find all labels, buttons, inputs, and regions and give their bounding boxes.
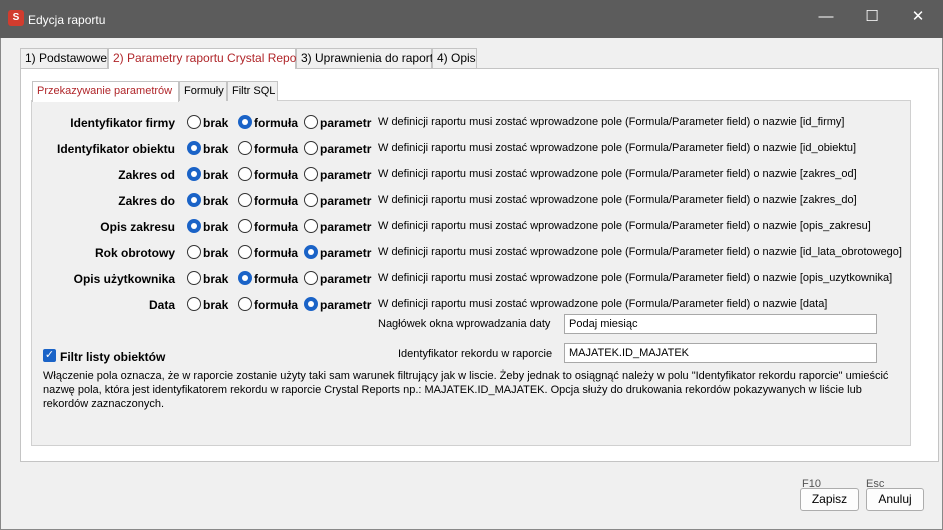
radio-parametr[interactable] [304, 245, 318, 259]
radio-brak-label[interactable]: brak [203, 246, 228, 260]
radio-formula-label[interactable]: formuła [254, 272, 298, 286]
radio-formula[interactable] [238, 167, 252, 181]
filter-checkbox[interactable]: ✓ [43, 349, 56, 362]
param-hint: W definicji raportu musi zostać wprowadz… [378, 246, 902, 258]
radio-parametr-label[interactable]: parametr [320, 168, 371, 182]
radio-formula-label[interactable]: formuła [254, 194, 298, 208]
radio-parametr[interactable] [304, 167, 318, 181]
tab-uprawnienia[interactable]: 3) Uprawnienia do raportu [296, 48, 440, 68]
radio-brak[interactable] [187, 297, 201, 311]
record-id-label: Identyfikator rekordu w raporcie [398, 348, 553, 360]
param-label: Data [148, 298, 175, 312]
tab-formuly[interactable]: Formuły [179, 81, 227, 101]
param-row: Opis zakresu brak formuła parametr W def… [0, 217, 943, 237]
radio-brak-label[interactable]: brak [203, 272, 228, 286]
radio-formula-label[interactable]: formuła [254, 168, 298, 182]
radio-parametr[interactable] [304, 115, 318, 129]
radio-parametr-label[interactable]: parametr [320, 142, 371, 156]
param-row: Opis użytkownika brak formuła parametr W… [0, 269, 943, 289]
param-label: Rok obrotowy [95, 246, 175, 260]
radio-formula[interactable] [238, 115, 252, 129]
radio-formula[interactable] [238, 271, 252, 285]
radio-brak[interactable] [187, 245, 201, 259]
radio-brak[interactable] [187, 115, 201, 129]
radio-parametr-label[interactable]: parametr [320, 298, 371, 312]
maximize-button[interactable]: ☐ [849, 0, 895, 34]
radio-brak[interactable] [187, 219, 201, 233]
app-logo-icon: S [8, 10, 24, 26]
radio-brak-label[interactable]: brak [203, 194, 228, 208]
param-label: Opis użytkownika [73, 272, 175, 286]
param-row: Data brak formuła parametr W definicji r… [0, 295, 943, 315]
radio-formula-label[interactable]: formuła [254, 246, 298, 260]
param-label: Identyfikator obiektu [56, 142, 175, 156]
window-title: Edycja raportu [28, 13, 106, 27]
param-row: Rok obrotowy brak formuła parametr W def… [0, 243, 943, 263]
param-hint: W definicji raportu musi zostać wprowadz… [378, 116, 845, 128]
radio-brak-label[interactable]: brak [203, 142, 228, 156]
radio-parametr[interactable] [304, 219, 318, 233]
radio-parametr[interactable] [304, 141, 318, 155]
date-header-input[interactable]: Podaj miesiąc [564, 314, 877, 334]
record-id-input[interactable]: MAJATEK.ID_MAJATEK [564, 343, 877, 363]
radio-formula[interactable] [238, 141, 252, 155]
radio-parametr-label[interactable]: parametr [320, 220, 371, 234]
tab-filtr-sql[interactable]: Filtr SQL [227, 81, 278, 101]
param-row: Identyfikator firmy brak formuła paramet… [0, 113, 943, 133]
tab-przekazywanie-parametrow[interactable]: Przekazywanie parametrów [32, 81, 179, 102]
radio-brak[interactable] [187, 141, 201, 155]
radio-brak-label[interactable]: brak [203, 116, 228, 130]
radio-formula[interactable] [238, 219, 252, 233]
radio-parametr[interactable] [304, 193, 318, 207]
param-hint: W definicji raportu musi zostać wprowadz… [378, 220, 871, 232]
param-row: Identyfikator obiektu brak formuła param… [0, 139, 943, 159]
tab-parametry-raportu[interactable]: 2) Parametry raportu Crystal Reports [108, 48, 310, 69]
radio-brak-label[interactable]: brak [203, 298, 228, 312]
radio-formula-label[interactable]: formuła [254, 142, 298, 156]
param-hint: W definicji raportu musi zostać wprowadz… [378, 194, 857, 206]
radio-formula-label[interactable]: formuła [254, 220, 298, 234]
param-label: Opis zakresu [100, 220, 175, 234]
tab-opis[interactable]: 4) Opis [432, 48, 477, 68]
cancel-button[interactable]: Anuluj [866, 488, 924, 511]
radio-parametr-label[interactable]: parametr [320, 246, 371, 260]
param-hint: W definicji raportu musi zostać wprowadz… [378, 298, 828, 310]
radio-formula[interactable] [238, 297, 252, 311]
filter-checkbox-label[interactable]: Filtr listy obiektów [60, 350, 165, 364]
param-hint: W definicji raportu musi zostać wprowadz… [378, 142, 857, 154]
radio-parametr-label[interactable]: parametr [320, 116, 371, 130]
filter-description: Włączenie pola oznacza, że w raporcie zo… [43, 370, 889, 410]
radio-brak[interactable] [187, 193, 201, 207]
radio-brak[interactable] [187, 271, 201, 285]
date-header-label: Nagłówek okna wprowadzania daty [378, 318, 551, 330]
radio-parametr[interactable] [304, 271, 318, 285]
radio-brak-label[interactable]: brak [203, 168, 228, 182]
param-row: Zakres do brak formuła parametr W defini… [0, 191, 943, 211]
radio-parametr-label[interactable]: parametr [320, 194, 371, 208]
close-button[interactable]: ✕ [895, 0, 941, 34]
radio-parametr-label[interactable]: parametr [320, 272, 371, 286]
radio-brak[interactable] [187, 167, 201, 181]
param-hint: W definicji raportu musi zostać wprowadz… [378, 168, 857, 180]
radio-brak-label[interactable]: brak [203, 220, 228, 234]
radio-parametr[interactable] [304, 297, 318, 311]
param-hint: W definicji raportu musi zostać wprowadz… [378, 272, 893, 284]
save-button[interactable]: Zapisz [800, 488, 859, 511]
title-bar: S Edycja raportu — ☐ ✕ [0, 0, 943, 38]
minimize-button[interactable]: — [803, 0, 849, 34]
radio-formula-label[interactable]: formuła [254, 116, 298, 130]
radio-formula[interactable] [238, 245, 252, 259]
radio-formula-label[interactable]: formuła [254, 298, 298, 312]
tab-podstawowe[interactable]: 1) Podstawowe [20, 48, 108, 68]
param-label: Zakres do [118, 194, 175, 208]
param-label: Zakres od [118, 168, 175, 182]
radio-formula[interactable] [238, 193, 252, 207]
param-label: Identyfikator firmy [70, 116, 175, 130]
param-row: Zakres od brak formuła parametr W defini… [0, 165, 943, 185]
